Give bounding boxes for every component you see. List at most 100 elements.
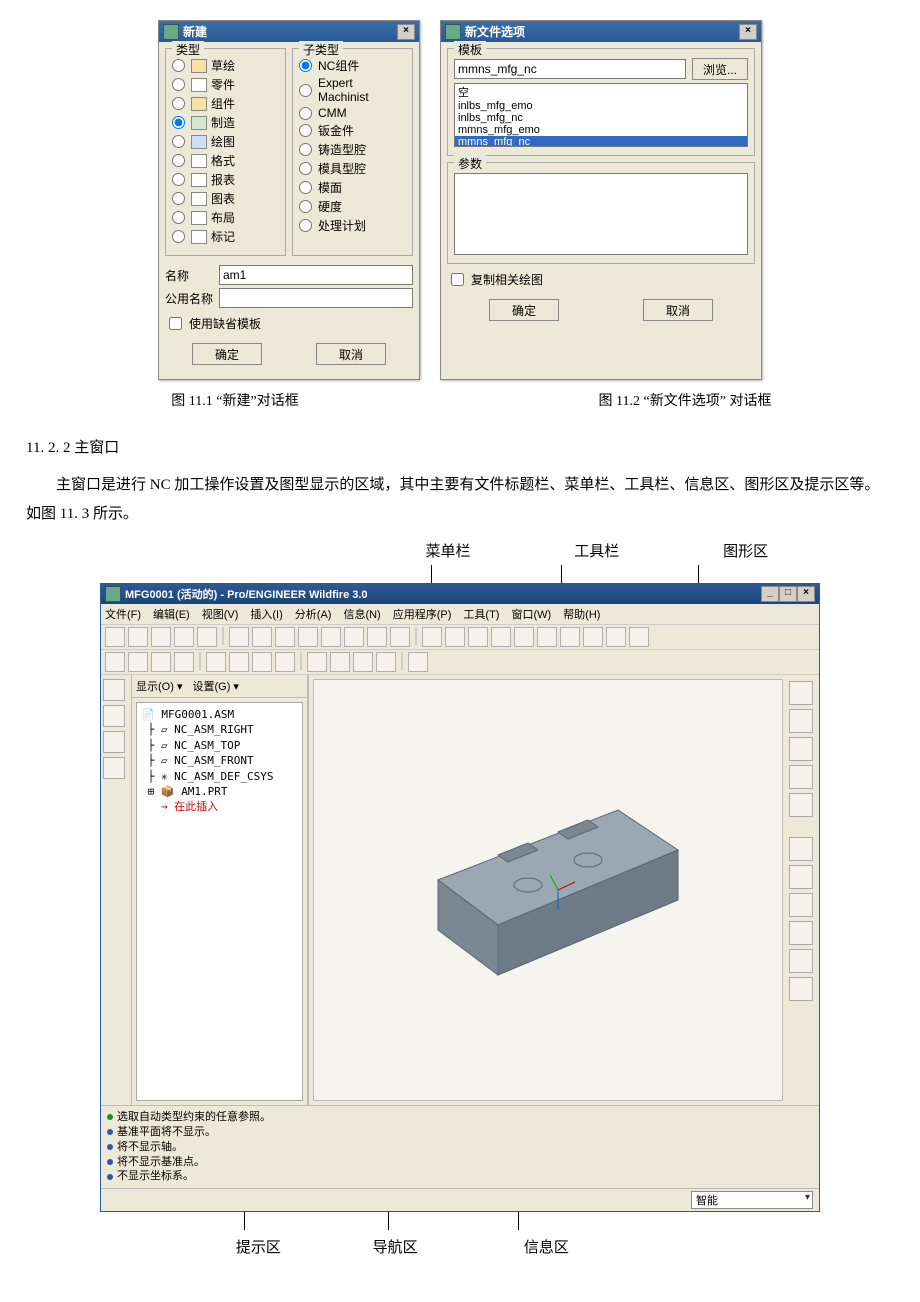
orient-icon[interactable]	[560, 627, 580, 647]
show-dropdown[interactable]: 显示(O) ▾	[136, 678, 182, 694]
list-item[interactable]: mmns_mfg_emo	[455, 124, 747, 136]
type-radio-markup[interactable]	[172, 230, 185, 243]
type-radio-diagram[interactable]	[172, 192, 185, 205]
layer-icon[interactable]	[606, 627, 626, 647]
csys-icon[interactable]	[275, 652, 295, 672]
menu-bar[interactable]: 文件(F) 编辑(E) 视图(V) 插入(I) 分析(A) 信息(N) 应用程序…	[101, 604, 819, 625]
sketch-tool-icon[interactable]	[789, 837, 813, 861]
datum-axis-tool-icon[interactable]	[789, 709, 813, 733]
favorites-tab-icon[interactable]	[103, 731, 125, 753]
nc-seq-icon[interactable]	[330, 652, 350, 672]
zoom-out-icon[interactable]	[514, 627, 534, 647]
regen-icon[interactable]	[344, 627, 364, 647]
line-tool-icon[interactable]	[789, 893, 813, 917]
name-input[interactable]	[219, 265, 413, 285]
wireframe-icon[interactable]	[105, 652, 125, 672]
cancel-button[interactable]: 取消	[643, 299, 713, 321]
type-radio-manufacturing[interactable]	[172, 116, 185, 129]
browse-button[interactable]: 浏览...	[692, 58, 748, 80]
params-listbox[interactable]	[454, 173, 748, 255]
maximize-icon[interactable]: □	[779, 586, 797, 602]
spline-tool-icon[interactable]	[789, 921, 813, 945]
datum-point-tool-icon[interactable]	[789, 765, 813, 789]
type-radio-layout[interactable]	[172, 211, 185, 224]
ok-button[interactable]: 确定	[489, 299, 559, 321]
print-icon[interactable]	[174, 627, 194, 647]
menu-item[interactable]: 信息(N)	[343, 606, 380, 622]
select-icon[interactable]	[390, 627, 410, 647]
menu-item[interactable]: 视图(V)	[202, 606, 239, 622]
use-default-template-checkbox[interactable]	[169, 317, 182, 330]
type-radio-sketch[interactable]	[172, 59, 185, 72]
model-tree-tab-icon[interactable]	[103, 679, 125, 701]
tree-node[interactable]: ├ ▱ NC_ASM_TOP	[141, 738, 298, 753]
menu-item[interactable]: 编辑(E)	[153, 606, 190, 622]
menu-item[interactable]: 工具(T)	[463, 606, 499, 622]
selection-filter-dropdown[interactable]: 智能	[691, 1191, 813, 1209]
shade-icon[interactable]	[174, 652, 194, 672]
type-radio-assembly[interactable]	[172, 97, 185, 110]
ok-button[interactable]: 确定	[192, 343, 262, 365]
tree-node[interactable]: ├ ▱ NC_ASM_RIGHT	[141, 722, 298, 737]
close-icon[interactable]: ×	[739, 24, 757, 40]
view-refit-icon[interactable]	[422, 627, 442, 647]
graphics-area[interactable]	[313, 679, 783, 1101]
menu-item[interactable]: 应用程序(P)	[393, 606, 452, 622]
subtype-radio-hardness[interactable]	[299, 200, 312, 213]
hidden-icon[interactable]	[128, 652, 148, 672]
coord-tool-icon[interactable]	[789, 977, 813, 1001]
plane-tool-icon[interactable]	[789, 865, 813, 889]
subtype-radio-cast[interactable]	[299, 143, 312, 156]
nohidden-icon[interactable]	[151, 652, 171, 672]
close-icon[interactable]: ×	[397, 24, 415, 40]
cut-icon[interactable]	[275, 627, 295, 647]
list-item[interactable]: inlbs_mfg_emo	[455, 100, 747, 112]
spin-icon[interactable]	[445, 627, 465, 647]
tree-insert-here[interactable]: → 在此插入	[141, 799, 298, 814]
view-mgr-icon[interactable]	[629, 627, 649, 647]
datum-curve-tool-icon[interactable]	[789, 737, 813, 761]
glasses-icon[interactable]	[468, 627, 488, 647]
tree-node[interactable]: ├ ✳ NC_ASM_DEF_CSYS	[141, 769, 298, 784]
list-item[interactable]: 空	[455, 84, 747, 100]
type-radio-report[interactable]	[172, 173, 185, 186]
tree-node[interactable]: ⊞ 📦 AM1.PRT	[141, 784, 298, 799]
tree-node[interactable]: ├ ▱ NC_ASM_FRONT	[141, 753, 298, 768]
type-radio-drawing[interactable]	[172, 135, 185, 148]
menu-item[interactable]: 窗口(W)	[511, 606, 551, 622]
subtype-radio-expert[interactable]	[299, 84, 312, 97]
folder-tab-icon[interactable]	[103, 705, 125, 727]
undo-icon[interactable]	[229, 627, 249, 647]
subtype-radio-cmm[interactable]	[299, 107, 312, 120]
paste-icon[interactable]	[321, 627, 341, 647]
subtype-radio-sheetmetal[interactable]	[299, 124, 312, 137]
copy-icon[interactable]	[298, 627, 318, 647]
zoom-fit-icon[interactable]	[537, 627, 557, 647]
model-tree[interactable]: 📄 MFG0001.ASM ├ ▱ NC_ASM_RIGHT ├ ▱ NC_AS…	[136, 702, 303, 1101]
search-icon[interactable]	[367, 627, 387, 647]
nc-cl-icon[interactable]	[376, 652, 396, 672]
saved-view-icon[interactable]	[583, 627, 603, 647]
datum-plane-icon[interactable]	[206, 652, 226, 672]
nc-setup-icon[interactable]	[307, 652, 327, 672]
menu-item[interactable]: 插入(I)	[250, 606, 282, 622]
subtype-radio-face[interactable]	[299, 181, 312, 194]
datum-axis-icon[interactable]	[229, 652, 249, 672]
tree-root[interactable]: 📄 MFG0001.ASM	[141, 707, 298, 722]
open-icon[interactable]	[128, 627, 148, 647]
mail-icon[interactable]	[197, 627, 217, 647]
subtype-radio-nc[interactable]	[299, 59, 312, 72]
menu-item[interactable]: 帮助(H)	[563, 606, 600, 622]
nc-play-icon[interactable]	[353, 652, 373, 672]
redo-icon[interactable]	[252, 627, 272, 647]
point-tool-icon[interactable]	[789, 949, 813, 973]
menu-item[interactable]: 分析(A)	[295, 606, 332, 622]
list-item[interactable]: mmns_mfg_nc	[455, 136, 747, 147]
settings-dropdown[interactable]: 设置(G) ▾	[192, 678, 238, 694]
subtype-radio-process[interactable]	[299, 219, 312, 232]
copy-related-checkbox[interactable]	[451, 273, 464, 286]
list-item[interactable]: inlbs_mfg_nc	[455, 112, 747, 124]
new-icon[interactable]	[105, 627, 125, 647]
save-icon[interactable]	[151, 627, 171, 647]
help-icon[interactable]	[408, 652, 428, 672]
